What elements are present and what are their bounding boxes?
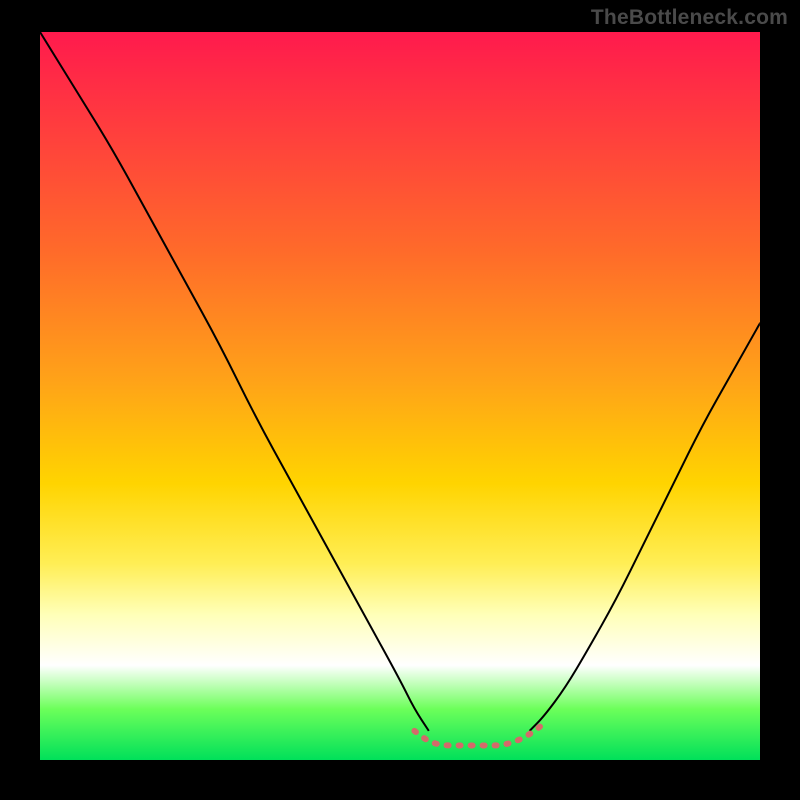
series-bottom-dotted [414,724,544,746]
series-left-branch [40,32,429,731]
series-right-branch [530,323,760,731]
plot-area [40,32,760,760]
watermark-text: TheBottleneck.com [591,6,788,30]
chart-svg [40,32,760,760]
chart-frame: TheBottleneck.com [0,0,800,800]
